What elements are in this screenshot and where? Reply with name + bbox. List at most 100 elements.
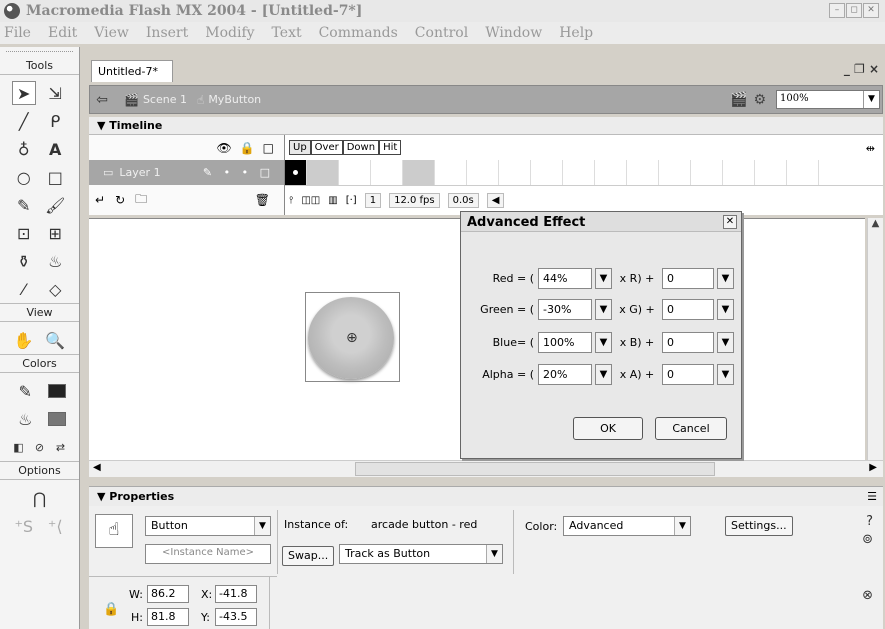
- scroll-up-icon[interactable]: ▲: [868, 218, 883, 234]
- menu-insert[interactable]: Insert: [146, 25, 188, 41]
- track-select[interactable]: Track as Button ▼: [339, 544, 503, 564]
- ink-bottle-tool-icon[interactable]: ⚱: [12, 249, 36, 273]
- help-icon[interactable]: ?: [866, 514, 873, 529]
- fill-color-swatch[interactable]: [47, 412, 66, 426]
- menu-file[interactable]: File: [4, 25, 31, 41]
- frame-cell[interactable]: [787, 160, 819, 185]
- scroll-right-icon[interactable]: ▶: [869, 462, 877, 473]
- menu-view[interactable]: View: [94, 25, 129, 41]
- outline-icon[interactable]: □: [263, 141, 274, 155]
- menu-modify[interactable]: Modify: [205, 25, 254, 41]
- y-field[interactable]: -43.5: [215, 608, 257, 626]
- alpha-offset-field[interactable]: 0: [662, 363, 714, 385]
- menu-text[interactable]: Text: [272, 25, 302, 41]
- text-tool-icon[interactable]: A: [43, 137, 67, 161]
- smooth-icon[interactable]: ⁺S: [12, 514, 36, 538]
- edit-scene-symbol-icons[interactable]: 🎬⚙: [730, 92, 772, 108]
- chevron-down-icon[interactable]: ▼: [595, 363, 612, 385]
- menu-edit[interactable]: Edit: [48, 25, 77, 41]
- rectangle-tool-icon[interactable]: □: [43, 165, 67, 189]
- breadcrumb-scene[interactable]: 🎬 Scene 1: [124, 93, 187, 107]
- timeline-scroll-left-icon[interactable]: ◀: [486, 193, 505, 208]
- frame-cell[interactable]: [755, 160, 787, 185]
- red-percent-field[interactable]: 44%: [538, 267, 592, 289]
- frame-cell[interactable]: [467, 160, 499, 185]
- arrow-tool-icon[interactable]: ➤: [11, 81, 36, 105]
- chevron-down-icon[interactable]: ▼: [595, 298, 612, 320]
- scroll-left-icon[interactable]: ◀: [93, 462, 101, 473]
- back-arrow-icon[interactable]: ⇦: [90, 92, 114, 108]
- width-field[interactable]: 86.2: [147, 585, 189, 603]
- onion-skin-icon[interactable]: ◫◫: [301, 195, 320, 206]
- swap-colors-icon[interactable]: ⇄: [50, 435, 71, 459]
- lock-icon[interactable]: 🔒: [240, 141, 255, 155]
- frame-label-hit[interactable]: Hit: [379, 140, 402, 155]
- accessibility-icon[interactable]: ⊗: [862, 588, 873, 603]
- free-transform-tool-icon[interactable]: ⊡: [12, 221, 36, 245]
- blue-offset-field[interactable]: 0: [662, 331, 714, 353]
- pencil-tool-icon[interactable]: ✎: [12, 193, 36, 217]
- layer-row[interactable]: ▭ Layer 1 ✎ • • □: [89, 160, 284, 185]
- green-percent-field[interactable]: -30%: [538, 298, 592, 320]
- brush-tool-icon[interactable]: 🖌: [43, 193, 67, 217]
- cancel-button[interactable]: Cancel: [655, 417, 727, 440]
- oval-tool-icon[interactable]: ○: [12, 165, 36, 189]
- chevron-down-icon[interactable]: ▼: [595, 331, 612, 353]
- frame-label-over[interactable]: Over: [310, 140, 343, 155]
- eye-icon[interactable]: 👁: [216, 141, 231, 155]
- hand-tool-icon[interactable]: ✋: [12, 328, 36, 352]
- color-select[interactable]: Advanced ▼: [563, 516, 691, 536]
- insert-folder-icon[interactable]: 🗀: [135, 190, 147, 211]
- insert-layer-icon[interactable]: ↵: [95, 193, 105, 207]
- frame-cell[interactable]: [307, 160, 339, 185]
- scroll-thumb[interactable]: [355, 462, 715, 476]
- timeline-header[interactable]: ▼ Timeline: [89, 117, 883, 135]
- lasso-tool-icon[interactable]: ᑭ: [43, 109, 67, 133]
- restore-button[interactable]: ◻: [846, 3, 862, 18]
- frame-cell[interactable]: [563, 160, 595, 185]
- stage-horizontal-scrollbar[interactable]: ◀ ▶: [89, 460, 883, 477]
- menu-control[interactable]: Control: [415, 25, 468, 41]
- frame-cell[interactable]: [627, 160, 659, 185]
- chevron-down-icon[interactable]: ▼: [595, 267, 612, 289]
- eraser-tool-icon[interactable]: ◇: [43, 277, 67, 301]
- fill-color-icon[interactable]: ♨: [13, 407, 37, 431]
- pen-tool-icon[interactable]: ♁: [12, 137, 36, 161]
- eyedropper-tool-icon[interactable]: ⁄: [12, 277, 36, 301]
- frame-cell[interactable]: [499, 160, 531, 185]
- panel-menu-icon[interactable]: ☰: [867, 490, 877, 503]
- keyframe-up[interactable]: [285, 160, 307, 185]
- swap-button[interactable]: Swap...: [282, 546, 335, 566]
- stroke-color-swatch[interactable]: [47, 384, 66, 398]
- frame-cell[interactable]: [371, 160, 403, 185]
- alpha-percent-field[interactable]: 20%: [538, 363, 592, 385]
- document-tab[interactable]: Untitled-7*: [91, 60, 173, 82]
- snap-magnet-icon[interactable]: ⋂: [28, 486, 52, 510]
- straighten-icon[interactable]: ⁺⟨: [43, 514, 67, 538]
- breadcrumb-symbol[interactable]: ☝ MyButton: [197, 93, 261, 107]
- expand-icon[interactable]: ⊚: [862, 532, 873, 547]
- menu-window[interactable]: Window: [485, 25, 542, 41]
- green-offset-field[interactable]: 0: [662, 298, 714, 320]
- document-window-controls[interactable]: _ ❐ ×: [844, 62, 879, 76]
- button-instance[interactable]: ⊕: [305, 292, 400, 382]
- frame-cell[interactable]: [339, 160, 371, 185]
- stage-vertical-scrollbar[interactable]: ▲: [867, 218, 883, 460]
- chevron-down-icon[interactable]: ▼: [717, 363, 734, 385]
- height-field[interactable]: 81.8: [147, 608, 189, 626]
- chevron-down-icon[interactable]: ▼: [717, 298, 734, 320]
- line-tool-icon[interactable]: ╱: [12, 109, 36, 133]
- menu-commands[interactable]: Commands: [319, 25, 398, 41]
- layer-state-icons[interactable]: ✎ • • □: [203, 166, 274, 179]
- frame-grid[interactable]: [285, 160, 883, 185]
- frame-cell[interactable]: [659, 160, 691, 185]
- zoom-select[interactable]: 100% ▼: [776, 90, 880, 109]
- paint-bucket-tool-icon[interactable]: ♨: [43, 249, 67, 273]
- frame-cell[interactable]: [531, 160, 563, 185]
- default-colors-icon[interactable]: ◧: [8, 435, 29, 459]
- edit-multiple-frames-icon[interactable]: [·]: [346, 195, 357, 206]
- frame-view-menu-icon[interactable]: ⇹: [866, 142, 875, 155]
- frame-cell[interactable]: [403, 160, 435, 185]
- onion-outlines-icon[interactable]: ▥: [328, 195, 337, 206]
- delete-layer-icon[interactable]: 🗑: [255, 193, 270, 207]
